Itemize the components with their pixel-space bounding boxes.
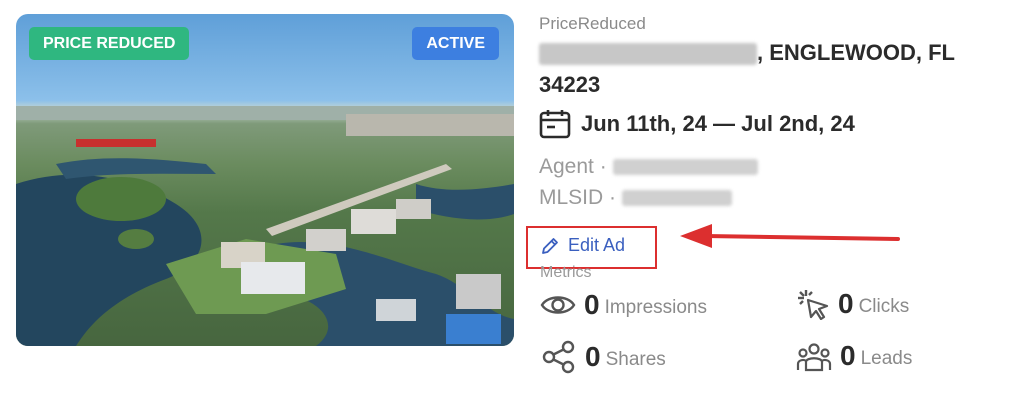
metrics-heading: Metrics [540, 264, 592, 281]
leads-value: 0 [840, 340, 856, 371]
leads-label: Leads [860, 348, 913, 369]
clicks-metric: 0 Clicks [796, 288, 909, 320]
clicks-label: Clicks [858, 296, 910, 317]
impressions-metric: 0 Impressions [540, 289, 707, 321]
cursor-click-icon [798, 290, 829, 320]
shares-label: Shares [605, 349, 666, 370]
share-icon [542, 340, 575, 374]
eye-icon [540, 296, 576, 314]
people-group-icon [796, 343, 832, 372]
impressions-value: 0 [584, 289, 600, 320]
leads-metric: 0 Leads [796, 340, 912, 372]
shares-value: 0 [585, 341, 601, 372]
shares-metric: 0 Shares [541, 340, 666, 374]
impressions-label: Impressions [604, 297, 707, 318]
clicks-value: 0 [838, 288, 854, 319]
